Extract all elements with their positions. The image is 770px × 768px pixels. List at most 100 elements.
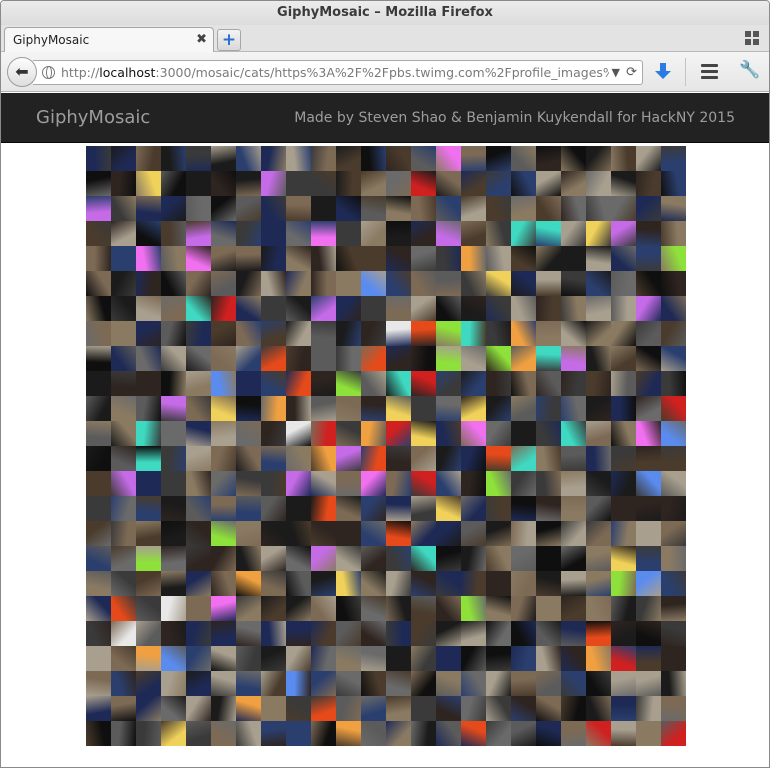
mosaic-tile <box>336 671 361 696</box>
mosaic-tile <box>536 471 561 496</box>
mosaic-tile <box>86 346 111 371</box>
mosaic-tile <box>86 696 111 721</box>
mosaic-tile <box>661 321 686 346</box>
mosaic-tile <box>336 371 361 396</box>
mosaic-tile <box>486 246 511 271</box>
mosaic-tile <box>336 696 361 721</box>
mosaic-tile <box>461 471 486 496</box>
mosaic-tile <box>86 521 111 546</box>
mosaic-tile <box>411 621 436 646</box>
tab-giphymosaic[interactable]: GiphyMosaic ✖ <box>4 27 214 53</box>
mosaic-tile <box>211 271 236 296</box>
mosaic-tile <box>586 621 611 646</box>
mosaic-tile <box>611 296 636 321</box>
mosaic-tile <box>186 221 211 246</box>
mosaic-tile <box>536 721 561 746</box>
mosaic-tile <box>336 246 361 271</box>
mosaic-tile <box>536 396 561 421</box>
mosaic-tile <box>161 696 186 721</box>
mosaic-tile <box>261 546 286 571</box>
mosaic-tile <box>386 196 411 221</box>
mosaic-tile <box>311 496 336 521</box>
mosaic-tile <box>486 646 511 671</box>
mosaic-tile <box>261 171 286 196</box>
mosaic-tile <box>536 346 561 371</box>
url-text[interactable]: http://localhost:3000/mosaic/cats/https%… <box>61 61 609 84</box>
mosaic-tile <box>461 321 486 346</box>
mosaic-tile <box>536 271 561 296</box>
mosaic-tile <box>136 171 161 196</box>
mosaic-tile <box>211 696 236 721</box>
mosaic-tile <box>386 646 411 671</box>
mosaic-tile <box>361 421 386 446</box>
download-icon[interactable] <box>653 62 673 82</box>
mosaic-tile <box>461 446 486 471</box>
close-tab-icon[interactable]: ✖ <box>196 28 207 52</box>
menu-icon[interactable] <box>701 64 718 80</box>
mosaic-tile <box>511 721 536 746</box>
mosaic-tile <box>286 596 311 621</box>
mosaic-tile <box>511 296 536 321</box>
mosaic-tile <box>236 421 261 446</box>
mosaic-tile <box>161 671 186 696</box>
new-tab-button[interactable]: + <box>217 29 241 51</box>
mosaic-tile <box>261 646 286 671</box>
brand-link[interactable]: GiphyMosaic <box>36 93 150 143</box>
mosaic-tile <box>436 196 461 221</box>
chevron-down-icon[interactable]: ▼ <box>612 61 620 84</box>
mosaic-tile <box>511 371 536 396</box>
mosaic-tile <box>461 671 486 696</box>
mosaic-tile <box>411 671 436 696</box>
mosaic-tile <box>286 296 311 321</box>
mosaic-tile <box>111 371 136 396</box>
mosaic-tile <box>511 546 536 571</box>
mosaic-tile <box>361 646 386 671</box>
mosaic-tile <box>661 421 686 446</box>
mosaic-tile <box>211 296 236 321</box>
back-button[interactable]: ⬅ <box>7 57 37 87</box>
mosaic-tile <box>111 421 136 446</box>
mosaic-tile <box>461 521 486 546</box>
mosaic-tile <box>511 321 536 346</box>
mosaic-tile <box>311 171 336 196</box>
mosaic-tile <box>211 446 236 471</box>
mosaic-tile <box>561 621 586 646</box>
tab-groups-icon[interactable] <box>745 31 761 47</box>
mosaic-tile <box>611 371 636 396</box>
mosaic-tile <box>111 596 136 621</box>
mosaic-tile <box>186 321 211 346</box>
mosaic-tile <box>661 296 686 321</box>
mosaic-tile <box>636 546 661 571</box>
mosaic-tile <box>236 196 261 221</box>
mosaic-tile <box>636 221 661 246</box>
url-bar[interactable]: http://localhost:3000/mosaic/cats/https%… <box>33 60 643 85</box>
reload-icon[interactable]: ⟳ <box>626 61 637 84</box>
mosaic-tile <box>261 396 286 421</box>
mosaic-tile <box>111 496 136 521</box>
mosaic-tile <box>286 446 311 471</box>
mosaic-tile <box>236 571 261 596</box>
mosaic-tile <box>261 446 286 471</box>
mosaic-tile <box>161 721 186 746</box>
mosaic-tile <box>536 146 561 171</box>
mosaic-tile <box>236 696 261 721</box>
mosaic-tile <box>561 321 586 346</box>
mosaic-tile <box>211 471 236 496</box>
mosaic-tile <box>261 246 286 271</box>
mosaic-tile <box>511 396 536 421</box>
mosaic-tile <box>236 246 261 271</box>
mosaic-tile <box>236 721 261 746</box>
mosaic-tile <box>236 271 261 296</box>
navigation-toolbar: http://localhost:3000/mosaic/cats/https%… <box>1 52 769 92</box>
mosaic-tile <box>586 271 611 296</box>
mosaic-tile <box>536 446 561 471</box>
mosaic-tile <box>486 621 511 646</box>
mosaic-tile <box>411 196 436 221</box>
mosaic-tile <box>261 346 286 371</box>
mosaic-tile <box>136 596 161 621</box>
mosaic-tile <box>386 696 411 721</box>
mosaic-tile <box>261 596 286 621</box>
wrench-icon[interactable]: 🔧 <box>739 60 760 80</box>
mosaic-tile <box>636 321 661 346</box>
mosaic-tile <box>561 196 586 221</box>
